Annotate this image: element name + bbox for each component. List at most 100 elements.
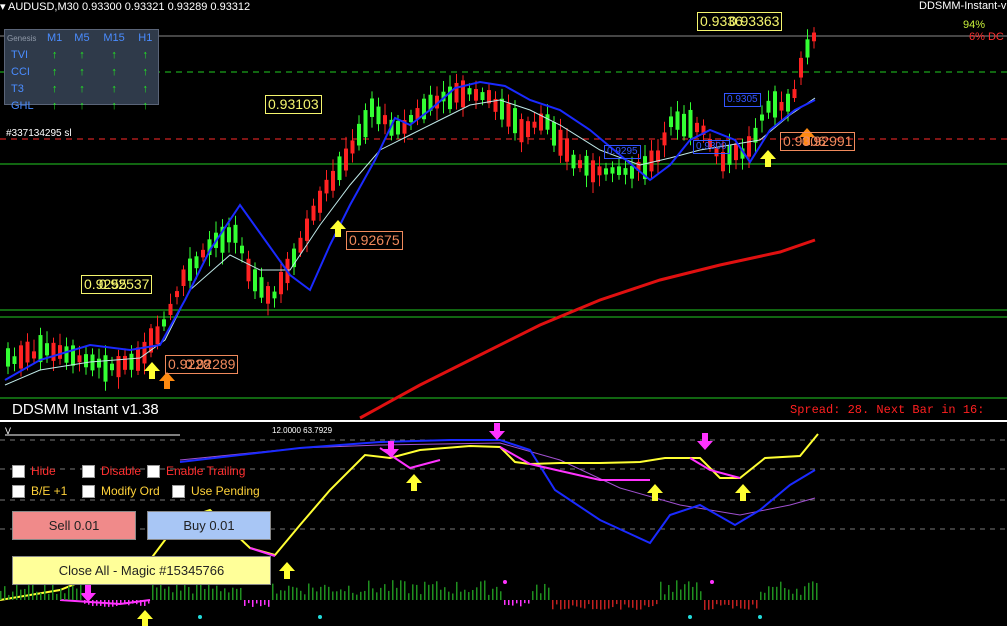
histogram-bar	[764, 592, 766, 600]
close-all-button[interactable]: Close All - Magic #15345766	[12, 556, 271, 585]
checkbox-label: B/E +1	[31, 484, 68, 498]
panel-row-t3: T3 ↑ ↑ ↑ ↑	[5, 80, 158, 97]
histogram-bar	[524, 600, 526, 604]
checkbox-disable[interactable]: Disable	[82, 464, 141, 478]
checkbox-box[interactable]	[82, 484, 95, 498]
histogram-bar	[36, 591, 38, 600]
histogram-bar	[240, 587, 242, 600]
histogram-bar	[456, 581, 458, 600]
candle-body	[45, 343, 49, 356]
histogram-bar	[160, 583, 162, 600]
checkbox-box[interactable]	[82, 464, 95, 478]
candle-body	[155, 326, 160, 345]
histogram-bar	[792, 593, 794, 600]
candle-body	[467, 88, 472, 95]
histogram-dot	[688, 615, 692, 619]
buy-button[interactable]: Buy 0.01	[147, 511, 271, 540]
candle-body	[812, 32, 816, 42]
checkbox-modify-ord[interactable]: Modify Ord	[82, 484, 160, 498]
histogram-bar	[232, 587, 234, 600]
histogram-bar	[424, 581, 426, 600]
checkbox-label: Use Pending	[191, 484, 260, 498]
histogram-bar	[384, 584, 386, 600]
candle-body	[337, 156, 342, 181]
candle-body	[370, 98, 374, 117]
histogram-bar	[172, 592, 174, 600]
up-arrow-icon: ↑	[111, 99, 117, 112]
checkbox-box[interactable]	[12, 484, 25, 498]
histogram-bar	[744, 600, 746, 609]
up-arrow-icon: ↑	[111, 65, 117, 78]
candle-body	[84, 354, 88, 368]
histogram-bar	[704, 600, 706, 610]
candle-body	[396, 120, 400, 135]
price-label-top-right: 0.93360.93363	[697, 12, 783, 31]
checkbox-box[interactable]	[12, 464, 25, 478]
checkbox-use-pending[interactable]: Use Pending	[172, 484, 260, 498]
candle-body	[682, 113, 686, 137]
candle-body	[584, 155, 589, 176]
candle-body	[773, 91, 777, 118]
up-arrow-icon	[647, 484, 663, 501]
price-label-blue-a: 0.9305	[724, 93, 761, 107]
histogram-bar	[364, 590, 366, 600]
histogram-bar	[460, 591, 462, 600]
histogram-bar	[340, 589, 342, 600]
histogram-bar	[264, 600, 266, 605]
histogram-bar	[452, 593, 454, 600]
dropdown-triangle-icon[interactable]: ▾	[0, 1, 6, 13]
histogram-bar	[580, 600, 582, 608]
down-arrow-icon	[697, 433, 713, 450]
histogram-layer	[0, 580, 818, 619]
candle-body	[266, 286, 270, 304]
histogram-bar	[492, 588, 494, 600]
indicator-name: DDSMM-Instant-v1.3	[919, 0, 1007, 12]
candle-body	[506, 103, 511, 127]
checkbox-box[interactable]	[172, 484, 185, 498]
candle-body	[669, 116, 673, 128]
histogram-bar	[288, 585, 290, 600]
histogram-bar	[584, 600, 586, 609]
candle-body	[526, 121, 530, 138]
histogram-bar	[76, 588, 78, 600]
checkbox-be-plus-one[interactable]: B/E +1	[12, 484, 67, 498]
histogram-bar	[464, 589, 466, 600]
histogram-bar	[660, 581, 662, 600]
histogram-bar	[276, 593, 278, 600]
candle-body	[805, 39, 810, 58]
candle-body	[376, 106, 381, 125]
candle-body	[519, 119, 524, 143]
candle-body	[227, 227, 231, 243]
candle-body	[318, 190, 322, 213]
col-header-h1: H1	[138, 32, 153, 44]
col-header-m1: M1	[47, 32, 63, 44]
candle-body	[71, 345, 75, 366]
histogram-bar	[748, 600, 750, 610]
histogram-bar	[504, 600, 506, 605]
candle-body	[298, 237, 303, 253]
candle-body	[630, 165, 634, 179]
checkbox-box[interactable]	[147, 464, 160, 478]
histogram-bar	[740, 600, 742, 609]
checkbox-hide[interactable]: Hide	[12, 464, 56, 478]
osc-blue-line	[179, 439, 816, 545]
candle-body	[461, 80, 465, 108]
checkbox-enable-trailing[interactable]: Enable Trailing	[147, 464, 245, 478]
candle-body	[578, 160, 582, 169]
histogram-bar	[472, 590, 474, 600]
signal-table: Genesis M1 M5 M15 H1 TVI ↑ ↑ ↑ ↑ CCI ↑ ↑…	[5, 30, 158, 114]
histogram-bar	[208, 582, 210, 600]
histogram-bar	[724, 600, 726, 605]
histogram-bar	[600, 600, 602, 610]
histogram-bar	[508, 600, 510, 606]
histogram-bar	[484, 580, 486, 600]
candle-body	[64, 346, 69, 363]
sell-button[interactable]: Sell 0.01	[12, 511, 136, 540]
candle-body	[51, 342, 56, 361]
histogram-bar	[360, 591, 362, 600]
subwindow-label: V	[5, 426, 12, 436]
candle-body	[409, 114, 413, 123]
histogram-bar	[356, 594, 358, 600]
candle-body	[136, 347, 140, 371]
histogram-bar	[628, 600, 630, 608]
